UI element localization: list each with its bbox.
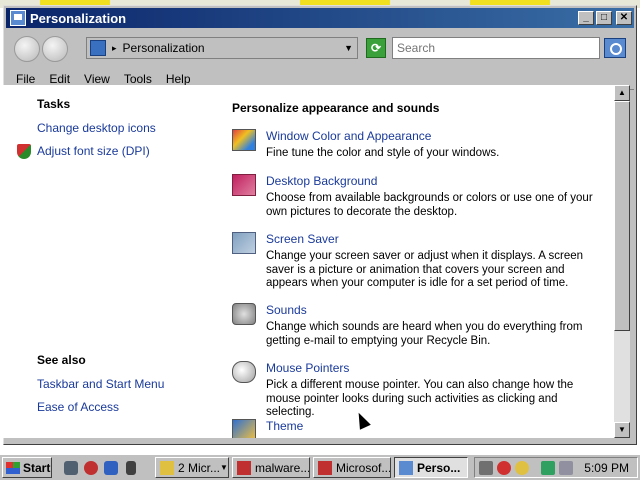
close-button[interactable]: ✕ [616, 11, 632, 25]
refresh-button[interactable]: ⟳ [366, 38, 386, 58]
see-also-heading: See also [37, 353, 86, 367]
sounds-icon[interactable] [232, 303, 256, 325]
network-icon[interactable] [64, 461, 78, 475]
taskbar-button-label: malware... [255, 460, 310, 475]
chevron-right-icon[interactable] [126, 461, 136, 475]
item-description: Choose from available backgrounds or col… [266, 192, 593, 218]
chevron-down-icon[interactable]: ▼ [344, 43, 353, 53]
volume-icon[interactable] [559, 461, 573, 475]
network-status-icon[interactable] [541, 461, 555, 475]
scroll-up-button[interactable]: ▲ [614, 85, 630, 101]
control-panel-icon [10, 10, 26, 26]
item-description: Fine tune the color and style of your wi… [266, 147, 500, 159]
start-button[interactable]: Start [2, 457, 52, 478]
search-icon[interactable] [604, 38, 626, 58]
screen-saver-link[interactable]: Screen Saver [266, 232, 339, 246]
menu-file[interactable]: File [6, 72, 42, 86]
clock[interactable]: 5:09 PM [584, 461, 629, 475]
mouse-pointers-link[interactable]: Mouse Pointers [266, 361, 349, 375]
change-desktop-icons-link[interactable]: Change desktop icons [37, 121, 156, 135]
navigation-toolbar: ▸ Personalization ▼ ⟳ [6, 30, 634, 68]
maximize-button[interactable]: □ [596, 11, 612, 25]
security-alert-icon[interactable] [497, 461, 511, 475]
vertical-scrollbar[interactable]: ▲ ▼ [614, 85, 630, 438]
scroll-down-button[interactable]: ▼ [614, 422, 630, 438]
taskbar-button-label: Microsof... [336, 460, 391, 475]
sounds-link[interactable]: Sounds [266, 303, 307, 317]
page-title: Personalize appearance and sounds [232, 101, 440, 115]
taskbar: Start 2 Micr... ▼ malware... Microsof...… [0, 454, 640, 480]
item-description: Pick a different mouse pointer. You can … [266, 379, 574, 418]
breadcrumb[interactable]: Personalization [123, 41, 345, 55]
search-icon[interactable] [515, 461, 529, 475]
windows-logo-icon [6, 461, 20, 474]
menu-tools[interactable]: Tools [117, 72, 159, 86]
system-tray: 5:09 PM [474, 457, 638, 478]
program-icon [318, 460, 332, 475]
title-bar[interactable]: Personalization _ □ ✕ [6, 8, 634, 28]
search-input[interactable] [392, 37, 600, 59]
adjust-font-size-link[interactable]: Adjust font size (DPI) [37, 144, 150, 158]
mouse-pointer-icon[interactable] [232, 361, 256, 383]
forward-button[interactable] [42, 36, 68, 62]
start-label: Start [23, 460, 51, 475]
address-bar[interactable]: ▸ Personalization ▼ [86, 37, 358, 59]
color-palette-icon[interactable] [232, 129, 256, 151]
window-title: Personalization [30, 10, 127, 26]
desktop-icon[interactable] [104, 461, 118, 475]
folder-icon [160, 460, 174, 475]
taskbar-button-explorer[interactable]: 2 Micr... ▼ [155, 457, 229, 478]
browser-icon[interactable] [84, 461, 98, 475]
taskbar-button-personalization[interactable]: Perso... [394, 457, 468, 478]
window-color-link[interactable]: Window Color and Appearance [266, 129, 431, 143]
menu-view[interactable]: View [77, 72, 117, 86]
menu-edit[interactable]: Edit [42, 72, 77, 86]
control-panel-icon [90, 40, 106, 56]
tray-app-icon[interactable] [479, 461, 493, 475]
taskbar-button-malware[interactable]: malware... [232, 457, 310, 478]
screen-saver-icon[interactable] [232, 232, 256, 254]
item-description: Change your screen saver or adjust when … [266, 250, 584, 289]
scrollbar-thumb[interactable] [614, 101, 630, 331]
breadcrumb-arrow-icon[interactable]: ▸ [112, 43, 117, 54]
ease-of-access-link[interactable]: Ease of Access [37, 400, 119, 414]
taskbar-button-label: Perso... [417, 460, 461, 475]
control-panel-icon [399, 460, 413, 475]
chevron-down-icon: ▼ [220, 463, 228, 472]
item-description: Change which sounds are heard when you d… [266, 321, 583, 347]
desktop-background-link[interactable]: Desktop Background [266, 174, 377, 188]
taskbar-button-microsoft[interactable]: Microsof... ▼ [313, 457, 391, 478]
minimize-button[interactable]: _ [578, 11, 594, 25]
back-button[interactable] [14, 36, 40, 62]
tasks-heading: Tasks [37, 97, 71, 111]
program-icon [237, 460, 251, 475]
menu-help[interactable]: Help [159, 72, 198, 86]
desktop-background-icon[interactable] [232, 174, 256, 196]
theme-link[interactable]: Theme [266, 419, 303, 433]
taskbar-start-menu-link[interactable]: Taskbar and Start Menu [37, 377, 164, 391]
taskbar-button-label: 2 Micr... [178, 460, 221, 475]
shield-icon [17, 144, 31, 159]
content-pane: Tasks Change desktop icons Adjust font s… [2, 85, 614, 438]
theme-icon[interactable] [232, 419, 256, 438]
